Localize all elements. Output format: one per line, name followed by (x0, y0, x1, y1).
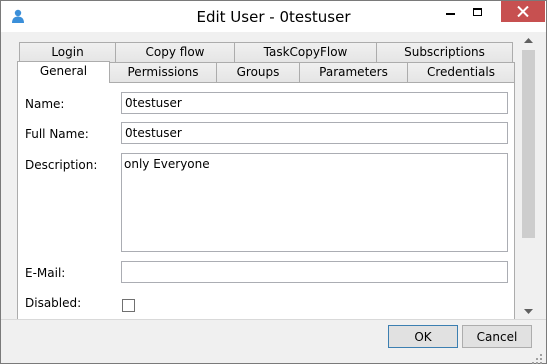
resize-grip-icon[interactable] (532, 354, 542, 364)
cancel-button[interactable]: Cancel (462, 325, 532, 348)
tab-permissions[interactable]: Permissions (109, 62, 217, 82)
disabled-label: Disabled: (25, 296, 82, 310)
vertical-scrollbar[interactable] (520, 32, 537, 320)
close-icon (517, 6, 529, 17)
tab-login[interactable]: Login (19, 42, 116, 62)
tab-groups[interactable]: Groups (216, 62, 300, 82)
dialog-footer: OK Cancel (1, 319, 546, 364)
email-field[interactable] (121, 261, 508, 283)
chevron-down-icon (524, 309, 533, 314)
maximize-icon (473, 8, 482, 16)
email-label: E-Mail: (25, 266, 66, 280)
full-name-label: Full Name: (25, 127, 89, 141)
general-tab-panel: Name: 0testuser Full Name: 0testuser Des… (17, 82, 515, 320)
name-label: Name: (25, 97, 65, 111)
title-bar[interactable]: Edit User - 0testuser (1, 1, 546, 32)
scroll-up-button[interactable] (520, 32, 537, 49)
tab-parameters[interactable]: Parameters (299, 62, 408, 82)
description-label: Description: (25, 158, 98, 172)
tab-credentials[interactable]: Credentials (407, 62, 515, 82)
description-field[interactable]: only Everyone (121, 153, 508, 252)
full-name-field[interactable]: 0testuser (121, 122, 508, 144)
scroll-thumb[interactable] (522, 50, 535, 238)
chevron-up-icon (524, 38, 533, 43)
tab-general[interactable]: General (17, 61, 110, 83)
name-field[interactable]: 0testuser (121, 92, 508, 114)
tab-subscriptions[interactable]: Subscriptions (376, 42, 513, 62)
tab-copy-flow[interactable]: Copy flow (115, 42, 235, 62)
edit-user-window: Edit User - 0testuser Login Copy flow Ta… (0, 0, 547, 364)
scroll-down-button[interactable] (520, 303, 537, 320)
tab-taskcopyflow[interactable]: TaskCopyFlow (234, 42, 377, 62)
minimize-button[interactable] (437, 1, 464, 23)
disabled-checkbox[interactable] (122, 299, 135, 312)
maximize-button[interactable] (464, 1, 491, 23)
ok-button[interactable]: OK (388, 325, 458, 348)
minimize-icon (446, 13, 455, 15)
close-button[interactable] (501, 1, 545, 22)
